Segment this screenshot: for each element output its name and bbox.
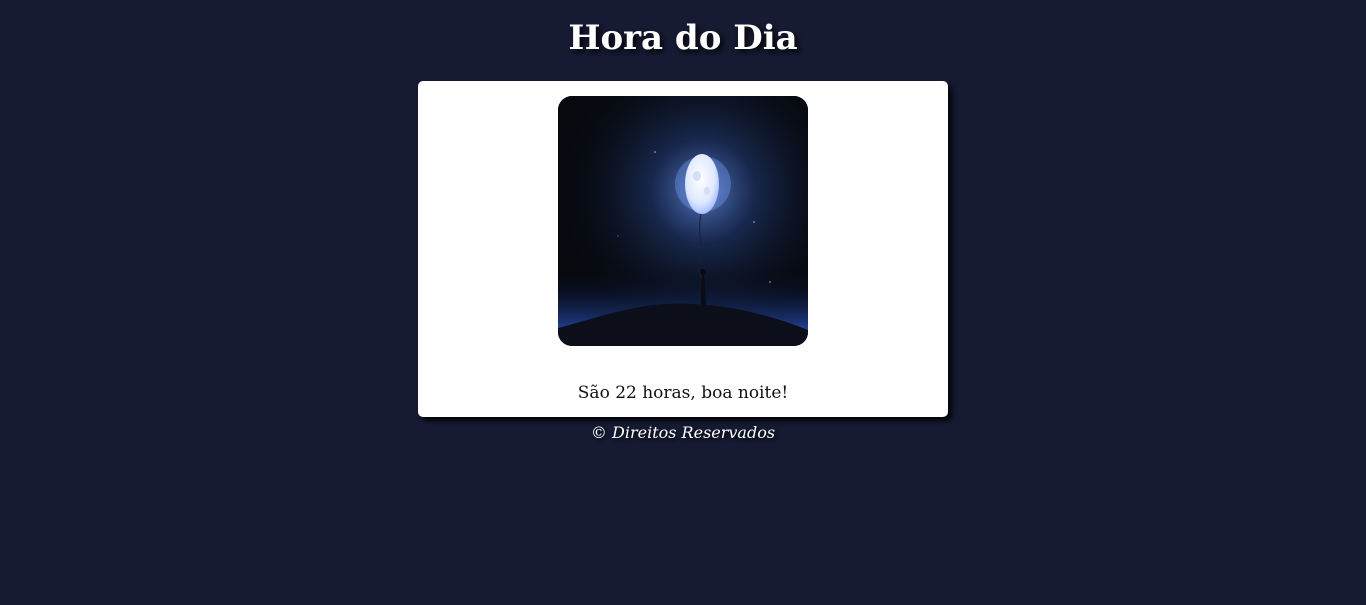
page-title: Hora do Dia xyxy=(568,18,798,58)
night-image xyxy=(558,96,808,346)
copyright-footer: © Direitos Reservados xyxy=(590,423,776,442)
content-card: São 22 horas, boa noite! xyxy=(418,81,948,417)
greeting-message: São 22 horas, boa noite! xyxy=(577,383,789,403)
